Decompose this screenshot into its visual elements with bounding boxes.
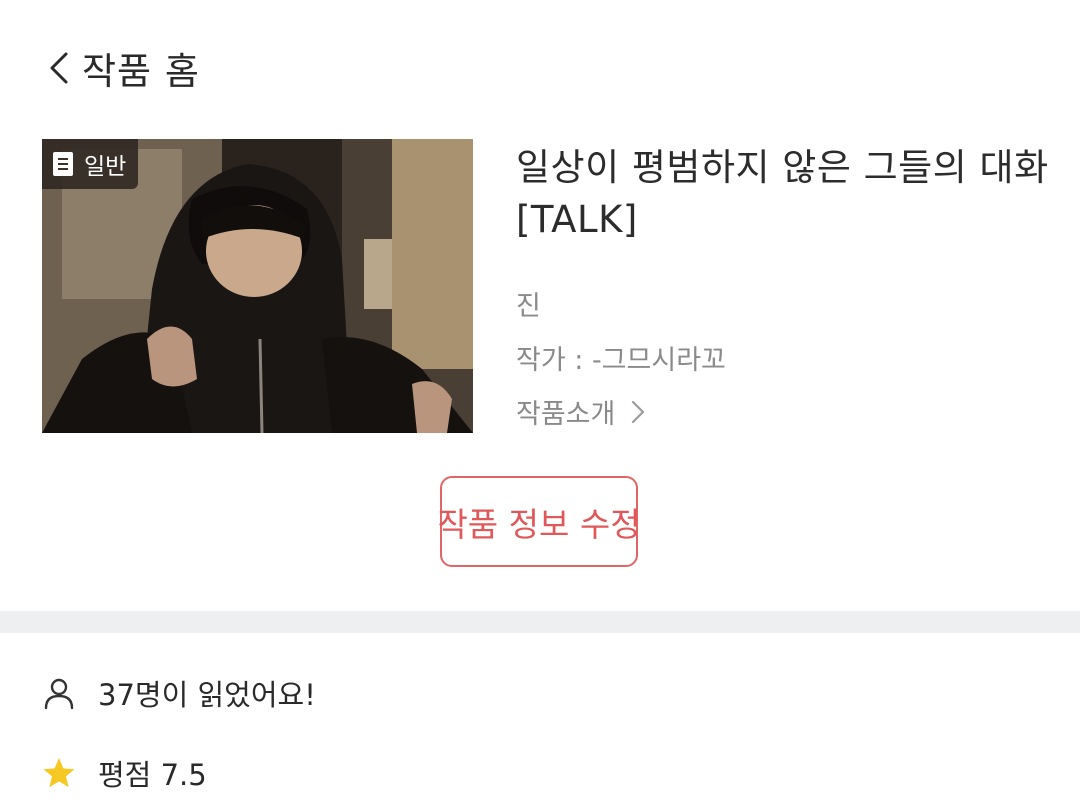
genre-label: 일반 [84, 154, 127, 180]
person-icon [44, 678, 74, 710]
readers-stat: 37명이 읽었어요! [42, 672, 316, 714]
work-title: 일상이 평범하지 않은 그들의 대화 [TALK] [516, 142, 1061, 246]
section-divider [0, 611, 1080, 633]
work-title-line2: [TALK] [516, 198, 638, 241]
cover-image: 일반 [42, 139, 473, 433]
edit-work-info-button[interactable]: 작품 정보 수정 [437, 476, 641, 567]
intro-link[interactable]: 작품소개 [516, 392, 647, 431]
work-author: 작가 : -그므시라꼬 [516, 345, 726, 376]
work-subtitle: 진 [516, 291, 541, 322]
back-button[interactable]: 작품 홈 [44, 38, 200, 98]
top-bar: 작품 홈 [0, 0, 1080, 130]
intro-label: 작품소개 [516, 399, 616, 430]
back-label: 작품 홈 [82, 50, 200, 93]
rating-stat: 평점 7.5 [42, 752, 207, 794]
chevron-right-icon [632, 400, 645, 423]
document-icon [53, 152, 73, 176]
chevron-left-icon [50, 52, 68, 84]
work-title-line1: 일상이 평범하지 않은 그들의 대화 [516, 146, 1049, 189]
rating-text: 평점 7.5 [98, 758, 207, 792]
readers-count-text: 37명이 읽었어요! [98, 678, 316, 712]
genre-badge: 일반 [42, 139, 139, 189]
star-icon [43, 758, 75, 788]
